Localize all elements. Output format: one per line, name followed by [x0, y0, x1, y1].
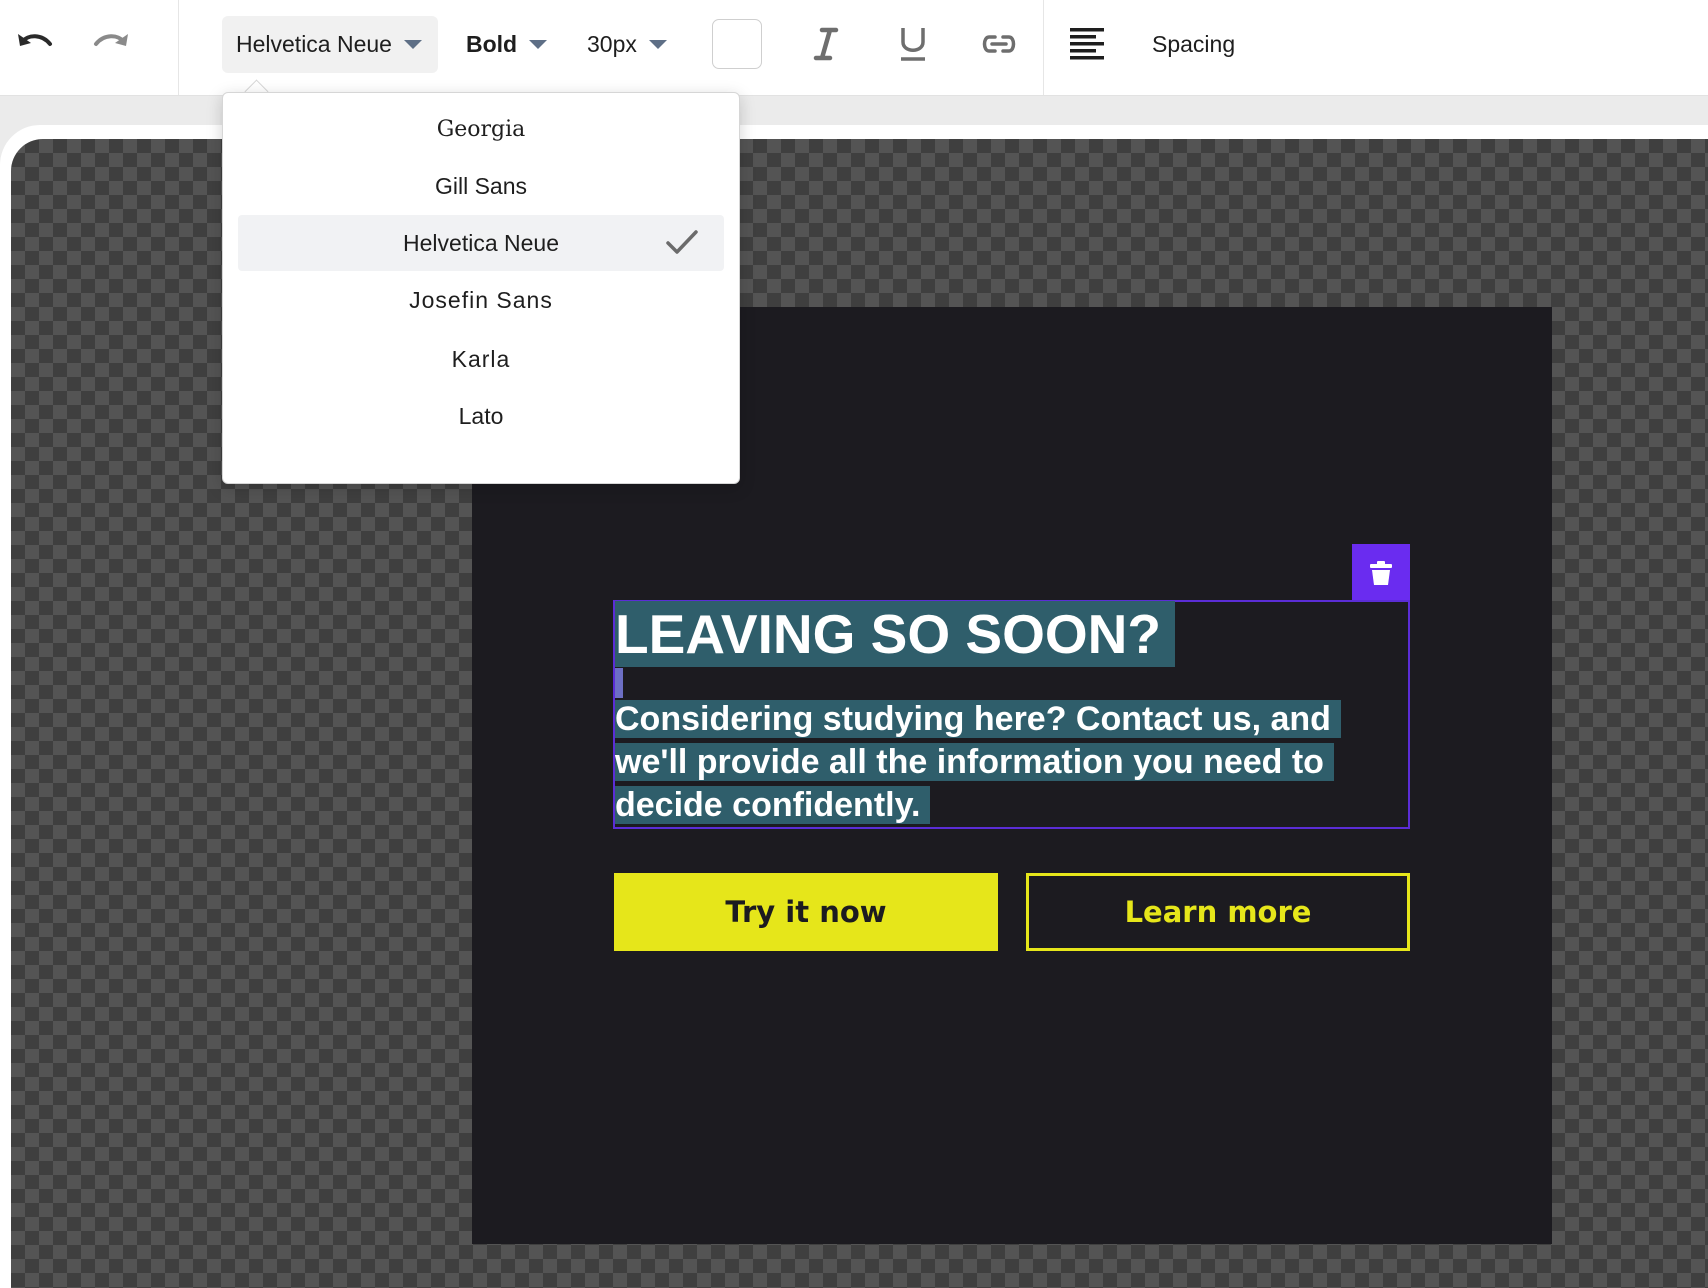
toolbar-divider: [1043, 0, 1044, 95]
font-size-value: 30px: [587, 31, 637, 57]
underline-button[interactable]: [885, 18, 941, 70]
toolbar-divider: [178, 0, 179, 95]
trash-icon: [1370, 560, 1392, 585]
font-weight-select[interactable]: Bold: [466, 16, 548, 73]
underline-icon: [901, 28, 925, 61]
italic-button[interactable]: [798, 18, 854, 70]
undo-button[interactable]: [6, 18, 62, 70]
chevron-down-icon: [403, 40, 422, 49]
text-cursor: [615, 668, 623, 698]
font-option-karla[interactable]: Karla: [238, 331, 724, 387]
font-size-select[interactable]: 30px: [587, 16, 667, 73]
learn-more-button[interactable]: Learn more: [1026, 873, 1410, 951]
popup-body-text[interactable]: Considering studying here? Contact us, a…: [615, 698, 1405, 827]
italic-icon: [813, 27, 839, 61]
link-button[interactable]: [971, 18, 1027, 70]
popup-headline[interactable]: LEAVING SO SOON?: [615, 601, 1175, 667]
undo-icon: [18, 34, 52, 46]
font-option-lato[interactable]: Lato: [238, 388, 724, 444]
redo-button[interactable]: [84, 18, 140, 70]
font-option-label: Helvetica Neue: [403, 229, 559, 256]
chevron-down-icon: [529, 40, 548, 49]
checkmark-icon: [666, 230, 698, 254]
font-weight-value: Bold: [466, 31, 518, 57]
text-color-swatch[interactable]: [712, 19, 762, 69]
redo-icon: [94, 34, 128, 46]
font-option-helvetica-neue[interactable]: Helvetica Neue: [238, 215, 724, 271]
text-align-button[interactable]: [1059, 18, 1115, 70]
align-left-icon: [1070, 28, 1104, 60]
font-option-georgia[interactable]: Georgia: [238, 101, 724, 157]
spacing-button[interactable]: Spacing: [1152, 16, 1235, 73]
link-icon: [982, 35, 1016, 53]
delete-block-button[interactable]: [1352, 544, 1410, 601]
font-family-dropdown: Georgia Gill Sans Helvetica Neue Josefin…: [222, 92, 740, 484]
font-option-josefin-sans[interactable]: Josefin Sans: [238, 272, 724, 328]
font-family-value: Helvetica Neue: [236, 31, 392, 57]
chevron-down-icon: [648, 40, 667, 49]
font-option-gill-sans[interactable]: Gill Sans: [238, 158, 724, 214]
font-family-select[interactable]: Helvetica Neue: [222, 16, 438, 73]
try-it-now-button[interactable]: Try it now: [614, 873, 998, 951]
popup-body-value: Considering studying here? Contact us, a…: [615, 700, 1341, 824]
